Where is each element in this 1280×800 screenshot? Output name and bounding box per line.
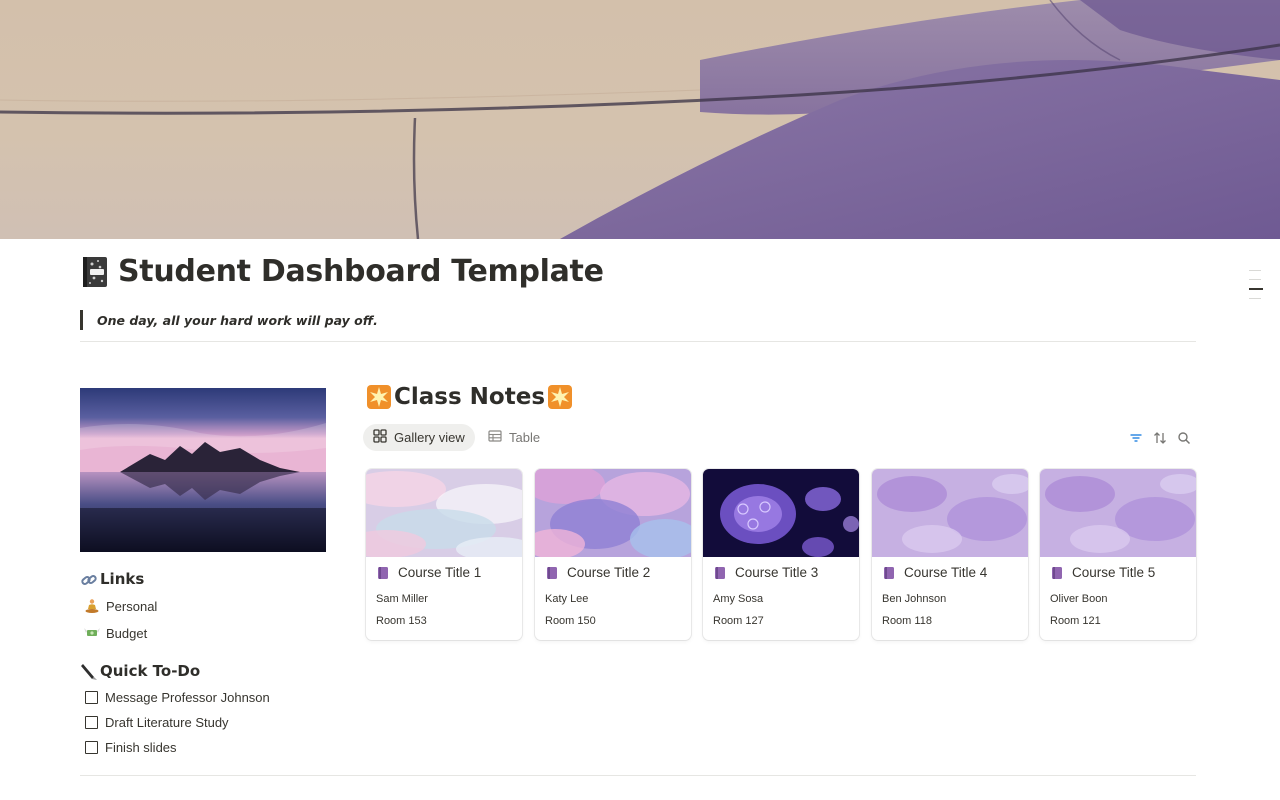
todo-checkbox[interactable] <box>85 741 98 754</box>
tab-table[interactable]: Table <box>478 424 550 451</box>
todo-item: Finish slides <box>85 740 177 755</box>
quick-todo-heading-text: Quick To-Do <box>100 662 201 680</box>
page-title-text: Student Dashboard Template <box>118 254 604 289</box>
page-title: Student Dashboard Template <box>80 254 604 289</box>
card-professor: Katy Lee <box>545 593 589 605</box>
links-heading-text: Links <box>100 570 145 588</box>
composition-notebook-icon <box>80 256 110 288</box>
card-title: Course Title 4 <box>882 565 987 580</box>
notebook-page-icon <box>545 566 559 580</box>
pen-icon <box>80 663 97 680</box>
class-notes-title[interactable]: Class Notes <box>366 384 573 410</box>
card-cover-image <box>1040 469 1196 557</box>
card-cover-image <box>703 469 859 557</box>
money-with-wings-icon <box>84 625 100 641</box>
card-room: Room 127 <box>713 615 764 627</box>
quote-block: One day, all your hard work will pay off… <box>80 310 378 330</box>
link-label: Budget <box>106 625 148 641</box>
card-cover-image <box>872 469 1028 557</box>
tab-gallery-view[interactable]: Gallery view <box>363 424 475 451</box>
todo-checkbox[interactable] <box>85 716 98 729</box>
tab-label: Table <box>509 430 541 445</box>
card-title-text: Course Title 5 <box>1072 565 1156 580</box>
course-card[interactable]: Course Title 3 Amy Sosa Room 127 <box>703 469 859 640</box>
filter-icon[interactable] <box>1129 431 1143 445</box>
todo-label[interactable]: Message Professor Johnson <box>105 690 270 705</box>
eight-pointed-star-icon <box>547 384 573 410</box>
search-icon[interactable] <box>1177 431 1191 445</box>
course-card[interactable]: Course Title 4 Ben Johnson Room 118 <box>872 469 1028 640</box>
divider <box>80 341 1196 342</box>
page-outline-indicator[interactable] <box>1249 270 1263 307</box>
page-cover-image <box>0 0 1280 239</box>
todo-item: Draft Literature Study <box>85 715 229 730</box>
card-room: Room 118 <box>882 615 932 627</box>
card-room: Room 153 <box>376 615 427 627</box>
sort-icon[interactable] <box>1153 431 1167 445</box>
card-room: Room 150 <box>545 615 596 627</box>
card-room: Room 121 <box>1050 615 1101 627</box>
quick-todo-heading: Quick To-Do <box>80 662 200 680</box>
course-card[interactable]: Course Title 1 Sam Miller Room 153 <box>366 469 522 640</box>
card-title-text: Course Title 4 <box>904 565 988 580</box>
card-title: Course Title 5 <box>1050 565 1155 580</box>
notebook-page-icon <box>376 566 390 580</box>
class-notes-title-text: Class Notes <box>394 384 546 410</box>
table-icon <box>488 429 502 446</box>
course-card[interactable]: Course Title 5 Oliver Boon Room 121 <box>1040 469 1196 640</box>
link-label: Personal <box>106 598 158 614</box>
card-cover-image <box>366 469 522 557</box>
card-professor: Amy Sosa <box>713 593 764 605</box>
notebook-page-icon <box>882 566 896 580</box>
person-in-lotus-position-icon <box>84 598 100 614</box>
eight-pointed-star-icon <box>366 384 392 410</box>
card-title-text: Course Title 2 <box>567 565 651 580</box>
card-title: Course Title 3 <box>713 565 818 580</box>
card-professor: Oliver Boon <box>1050 593 1108 605</box>
link-budget[interactable]: Budget <box>84 625 147 641</box>
card-title: Course Title 1 <box>376 565 481 580</box>
grid-icon <box>373 429 387 446</box>
course-card[interactable]: Course Title 2 Katy Lee Room 150 <box>535 469 691 640</box>
links-heading: Links <box>80 570 144 588</box>
notebook-page-icon <box>1050 566 1064 580</box>
divider <box>80 775 1196 776</box>
card-cover-image <box>535 469 691 557</box>
card-professor: Ben Johnson <box>882 593 947 605</box>
todo-label[interactable]: Draft Literature Study <box>105 715 229 730</box>
todo-item: Message Professor Johnson <box>85 690 270 705</box>
link-icon <box>80 571 97 587</box>
card-title-text: Course Title 1 <box>398 565 482 580</box>
notebook-page-icon <box>713 566 727 580</box>
todo-checkbox[interactable] <box>85 691 98 704</box>
card-title-text: Course Title 3 <box>735 565 819 580</box>
todo-label[interactable]: Finish slides <box>105 740 177 755</box>
link-personal[interactable]: Personal <box>84 598 157 614</box>
mountain-lake-image <box>80 388 326 552</box>
tab-label: Gallery view <box>394 430 465 445</box>
card-title: Course Title 2 <box>545 565 650 580</box>
card-professor: Sam Miller <box>376 593 428 605</box>
quote-text: One day, all your hard work will pay off… <box>97 312 378 328</box>
